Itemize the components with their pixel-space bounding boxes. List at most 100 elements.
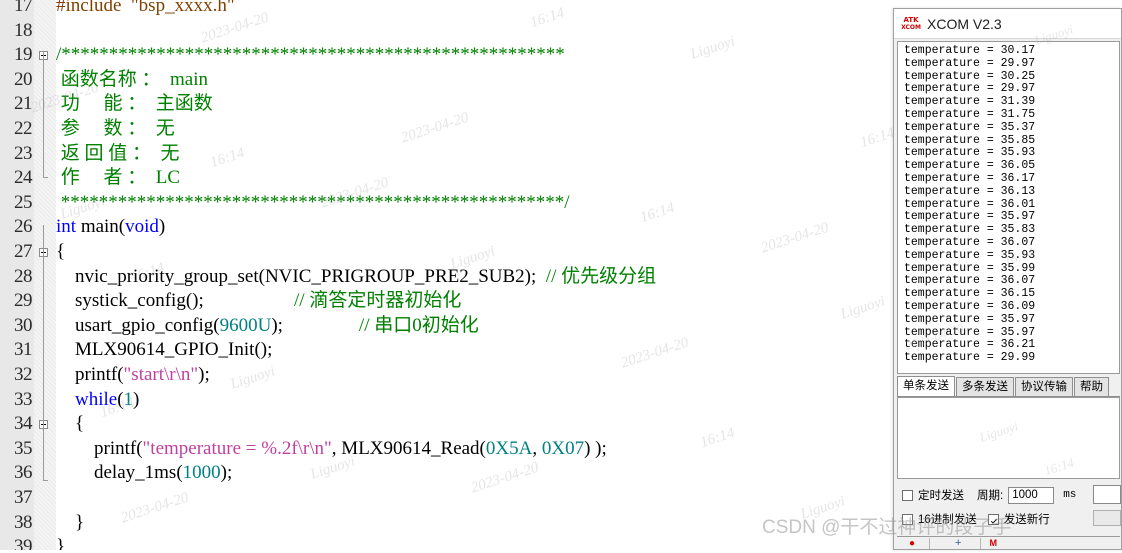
code-token: void [125, 216, 159, 238]
timed-send-row[interactable]: 定时发送 周期: 1000 ms [897, 483, 1121, 507]
line-number: 27 [14, 241, 33, 262]
code-token: nvic_priority_group_set(NVIC_PRIGROUP_PR… [56, 265, 546, 287]
line-number: 22 [14, 118, 33, 139]
code-token: 作 者 ： LC [56, 167, 181, 189]
hex-newline-row[interactable]: 16进制发送 发送新行 [897, 507, 1121, 531]
log-line: temperature = 31.75 [904, 107, 1036, 121]
code-line: 29 systick_config(); // 滴答定时器初始化 [0, 289, 893, 314]
code-token: 参 数 ： 无 [56, 118, 175, 139]
code-token: } [56, 511, 85, 533]
line-number: 17 [14, 0, 33, 16]
xcom-tab-1[interactable]: 单条发送 [897, 376, 955, 396]
xcom-tab-4[interactable]: 帮助 [1074, 377, 1109, 396]
line-number: 32 [14, 364, 33, 385]
code-token: // 串口0初始化 [358, 314, 479, 336]
code-line: 18 [0, 19, 893, 44]
code-token: 1 [123, 388, 134, 410]
line-number: 21 [14, 93, 33, 115]
code-token: 0X5A [485, 437, 533, 459]
code-line: 23 返 回 值 ： 无 [0, 142, 893, 167]
code-text: 功 能 ： 主函数 [56, 92, 213, 117]
code-text: printf("temperature = %.2f\r\n", MLX9061… [56, 437, 607, 462]
line-number: 20 [14, 68, 33, 90]
code-token: #include "bsp_xxxx.h" [56, 0, 235, 16]
code-text: delay_1ms(1000); [56, 461, 232, 486]
code-token: ); [271, 314, 359, 336]
status-plus-icon: + [955, 537, 962, 549]
code-line: 17 #include "bsp_xxxx.h" [0, 0, 893, 19]
code-token: // 优先级分组 [545, 265, 657, 287]
code-line: 27 { [0, 240, 893, 265]
xcom-receive-log[interactable]: temperature = 30.17 temperature = 29.97 te… [897, 41, 1120, 374]
extra-field-bottom[interactable] [1093, 510, 1121, 526]
code-text: } [56, 511, 84, 536]
timed-send-label: 定时发送 [918, 490, 964, 502]
code-line: 33 while(1) [0, 388, 893, 413]
code-text: 参 数 ： 无 [56, 117, 175, 142]
hex-send-label: 16进制发送 [918, 514, 977, 526]
period-input[interactable]: 1000 [1008, 486, 1055, 504]
log-line: temperature = 36.07 [904, 235, 1036, 249]
log-line: temperature = 36.13 [904, 184, 1036, 198]
code-token: 9600U [219, 314, 272, 336]
hex-send-checkbox[interactable] [902, 513, 913, 525]
code-text: 函数名称 ： main [56, 68, 208, 93]
fold-guide-line [43, 52, 44, 177]
line-number: 19 [14, 44, 33, 66]
code-text: printf("start\r\n"); [56, 363, 210, 388]
line-number: 34 [14, 413, 33, 435]
line-number: 29 [14, 290, 33, 312]
newline-send-checkbox[interactable] [987, 513, 999, 525]
xcom-tab-2[interactable]: 多条发送 [956, 377, 1014, 396]
newline-send-label: 发送新行 [1003, 514, 1050, 526]
line-number: 33 [14, 388, 33, 410]
xcom-status-bar: ● + M [897, 536, 1120, 549]
xcom-send-tabs[interactable]: 单条发送 多条发送 协议传输 帮助 [897, 376, 1120, 397]
atk-logo-icon: ATK XCOM [901, 15, 921, 32]
xcom-window[interactable]: ATK XCOM XCOM V2.3 temperature = 30.17 te… [893, 8, 1122, 550]
line-number: 31 [14, 339, 33, 361]
code-line: 20 函数名称 ： main [0, 68, 893, 93]
code-text: /***************************************… [56, 43, 565, 68]
code-token: 功 能 ： 主函数 [56, 93, 213, 115]
extra-field-top[interactable] [1093, 485, 1121, 504]
code-text: int main(void) [56, 215, 165, 240]
code-token: "start\r\n" [123, 364, 199, 385]
code-token: printf( [56, 364, 124, 385]
code-text: ****************************************… [56, 191, 570, 216]
log-line: temperature = 29.97 [904, 56, 1036, 70]
code-line: 35 printf("temperature = %.2f\r\n", MLX9… [0, 437, 893, 462]
code-text: nvic_priority_group_set(NVIC_PRIGROUP_PR… [56, 265, 656, 290]
xcom-titlebar: ATK XCOM XCOM V2.3 [894, 9, 1121, 39]
xcom-tab-3[interactable]: 协议传输 [1015, 377, 1073, 396]
code-text: { [56, 240, 65, 265]
code-token: /***************************************… [56, 44, 565, 66]
code-token: ) [158, 216, 166, 238]
code-token: int [56, 216, 81, 238]
code-token: 函数名称 ： main [56, 68, 208, 90]
code-line: 21 功 能 ： 主函数 [0, 92, 893, 117]
fold-guide-end [43, 177, 48, 178]
line-number: 36 [14, 462, 33, 484]
xcom-title-text: XCOM V2.3 [927, 15, 1002, 32]
line-number: 25 [14, 191, 33, 213]
line-number: 28 [14, 265, 33, 287]
xcom-send-textarea[interactable] [897, 397, 1120, 479]
code-token: usart_gpio_config( [56, 314, 220, 336]
line-number: 24 [14, 167, 33, 189]
code-token: { [56, 241, 66, 262]
code-token: while [56, 388, 118, 410]
log-line: temperature = 30.17 [904, 44, 1036, 57]
code-token: delay_1ms( [56, 462, 183, 484]
timed-send-checkbox[interactable] [902, 489, 913, 501]
code-token: systick_config(); [56, 290, 295, 312]
line-number: 18 [14, 19, 33, 41]
code-token: , MLX90614_Read( [331, 437, 486, 459]
code-token: main( [80, 216, 126, 238]
log-line: temperature = 35.37 [904, 120, 1036, 134]
log-line: temperature = 35.97 [904, 312, 1036, 326]
code-text: { [56, 412, 84, 437]
code-text: 作 者 ： LC [56, 166, 180, 191]
line-number: 38 [14, 511, 33, 533]
code-line: 22 参 数 ： 无 [0, 117, 893, 142]
